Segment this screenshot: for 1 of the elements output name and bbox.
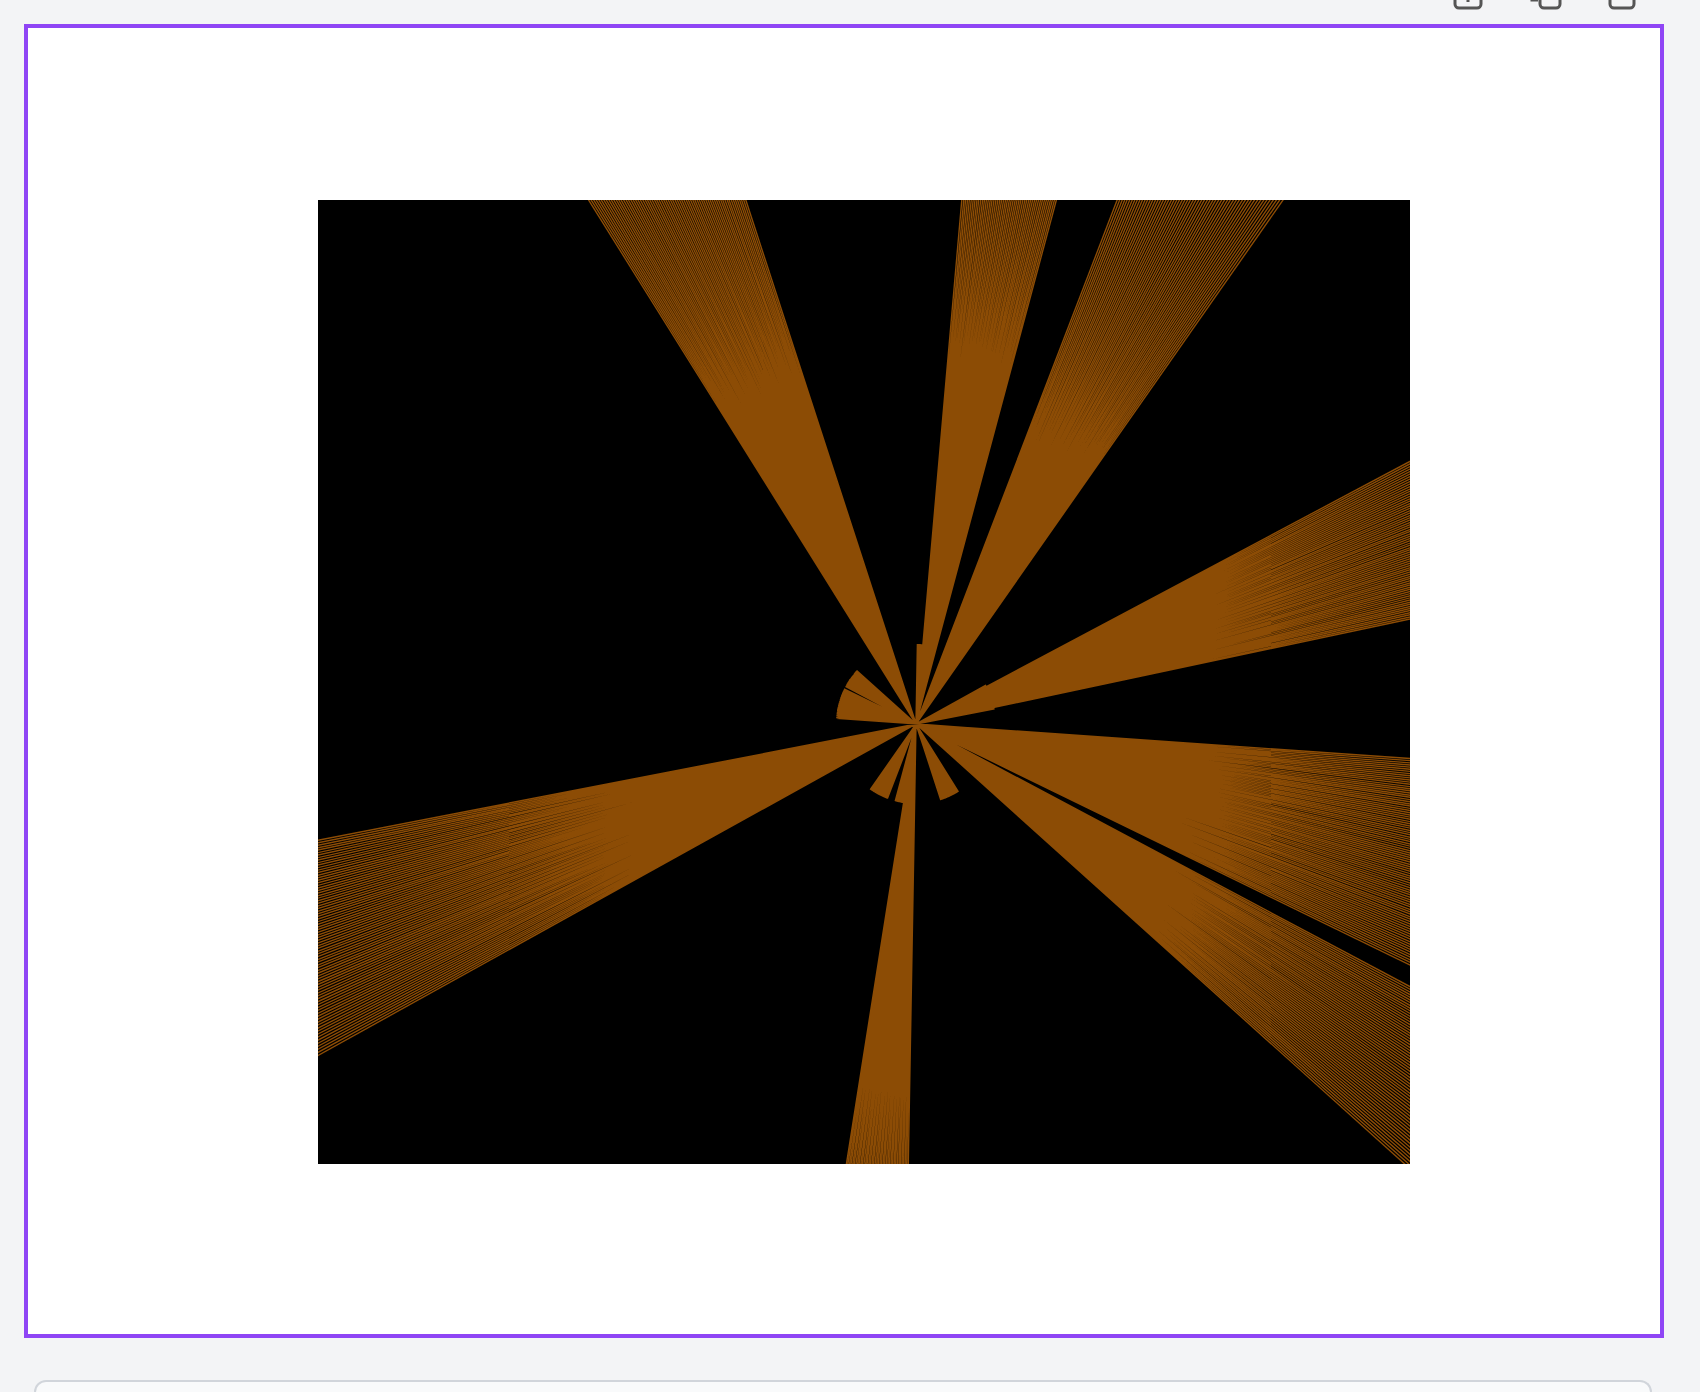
message-input-field[interactable] [34,1380,1652,1392]
